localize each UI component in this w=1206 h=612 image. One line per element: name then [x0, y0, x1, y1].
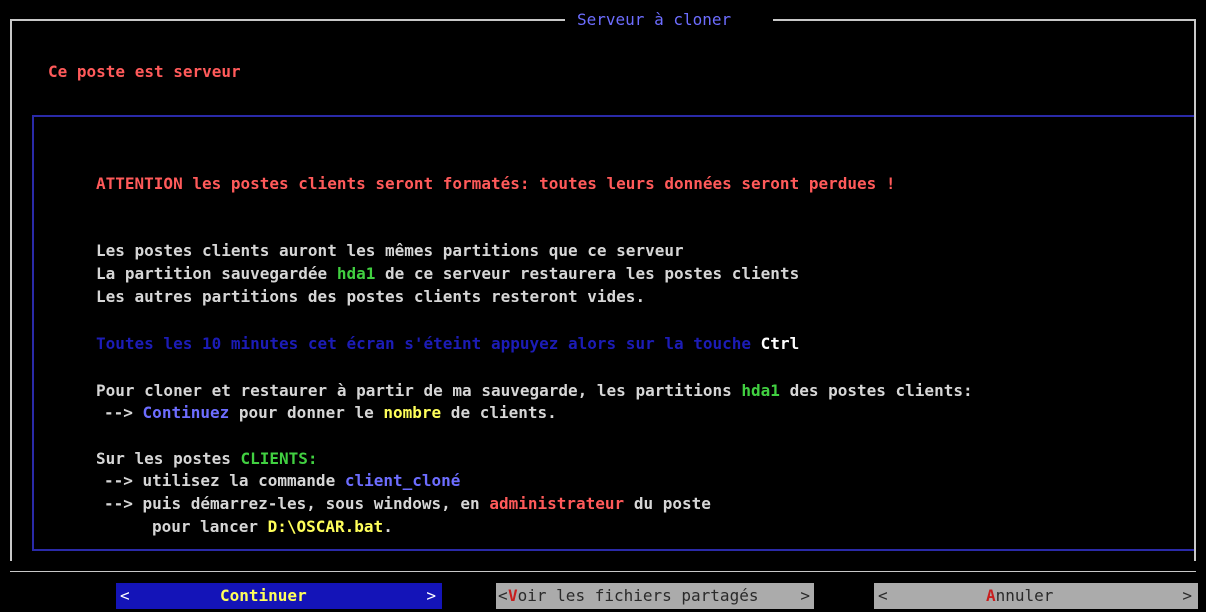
- cancel-button-text: nnuler: [995, 586, 1054, 605]
- launch-prefix: pour lancer: [152, 517, 268, 536]
- clone-intro-suffix: des postes clients:: [779, 381, 973, 400]
- clone-intro: Pour cloner et restaurer à partir de ma …: [96, 380, 973, 402]
- screen-notice-text: Toutes les 10 minutes cet écran s'éteint…: [96, 334, 761, 353]
- view-button-hotkey: V: [508, 586, 518, 605]
- view-shared-files-button[interactable]: < Voir les fichiers partagés >: [496, 583, 814, 609]
- screen-notice: Toutes les 10 minutes cet écran s'éteint…: [96, 333, 799, 355]
- clients-heading: Sur les postes CLIENTS:: [96, 448, 318, 470]
- view-button-left-bracket: <: [498, 586, 508, 605]
- clone-intro-prefix: Pour cloner et restaurer à partir de ma …: [96, 381, 742, 400]
- command-instruction: --> utilisez la commande client_cloné: [104, 470, 460, 492]
- launch-file: D:\OSCAR.bat: [267, 517, 384, 536]
- frame-top-border-left: [10, 19, 565, 21]
- partition-name: hda1: [336, 264, 376, 283]
- frame-top-border-right: [773, 19, 1196, 21]
- server-status-label: Ce poste est serveur: [48, 62, 241, 81]
- continue-button-left-bracket: <: [120, 586, 130, 605]
- info-line-3: Les autres partitions des postes clients…: [96, 287, 646, 306]
- continue-mid: pour donner le: [229, 403, 384, 422]
- boot-suffix: du poste: [624, 494, 711, 513]
- info-line-2-suffix: de ce serveur restaurera les postes clie…: [375, 264, 800, 283]
- clients-prefix: Sur les postes: [96, 449, 241, 468]
- cancel-button[interactable]: < Annuler >: [874, 583, 1198, 609]
- cancel-button-right-bracket: >: [1182, 586, 1192, 605]
- partition-name-2: hda1: [741, 381, 780, 400]
- info-line-2: La partition sauvegardée hda1 de ce serv…: [96, 263, 799, 285]
- continue-button[interactable]: < Continuer >: [116, 583, 442, 609]
- continue-end: de clients.: [441, 403, 557, 422]
- arrow-3: -->: [104, 494, 133, 513]
- info-line-1: Les postes clients auront les mêmes part…: [96, 241, 684, 260]
- cancel-button-hotkey: A: [986, 586, 996, 605]
- view-button-label: Voir les fichiers partagés: [508, 583, 758, 609]
- continue-button-right-bracket: >: [426, 586, 436, 605]
- view-button-right-bracket: >: [800, 586, 810, 605]
- dialog-title: Serveur à cloner: [577, 10, 732, 29]
- clients-word: CLIENTS:: [240, 449, 318, 468]
- continue-instruction: --> Continuez pour donner le nombre de c…: [104, 402, 557, 424]
- command-name: client_cloné: [344, 471, 461, 490]
- cancel-button-left-bracket: <: [878, 586, 888, 605]
- boot-prefix: puis démarrez-les, sous windows, en: [132, 494, 490, 513]
- arrow-2: -->: [104, 471, 133, 490]
- launch-suffix: .: [383, 517, 393, 536]
- continue-button-label: Continuer: [220, 586, 307, 605]
- launch-instruction: pour lancer D:\OSCAR.bat.: [152, 516, 393, 538]
- dialog-screen: Serveur à cloner Ce poste est serveur AT…: [0, 0, 1206, 612]
- info-line-2-prefix: La partition sauvegardée: [96, 264, 337, 283]
- arrow-1: -->: [104, 403, 133, 422]
- count-word: nombre: [383, 403, 442, 422]
- warning-text: ATTENTION les postes clients seront form…: [96, 174, 896, 193]
- button-bar-divider: [10, 571, 1196, 572]
- admin-word: administrateur: [489, 494, 625, 513]
- cancel-button-label: Annuler: [986, 583, 1053, 609]
- view-button-text: oir les fichiers partagés: [517, 586, 759, 605]
- cmd-prefix: utilisez la commande: [132, 471, 345, 490]
- continue-word: Continuez: [142, 403, 230, 422]
- boot-instruction: --> puis démarrez-les, sous windows, en …: [104, 493, 711, 515]
- key-name: Ctrl: [760, 334, 800, 353]
